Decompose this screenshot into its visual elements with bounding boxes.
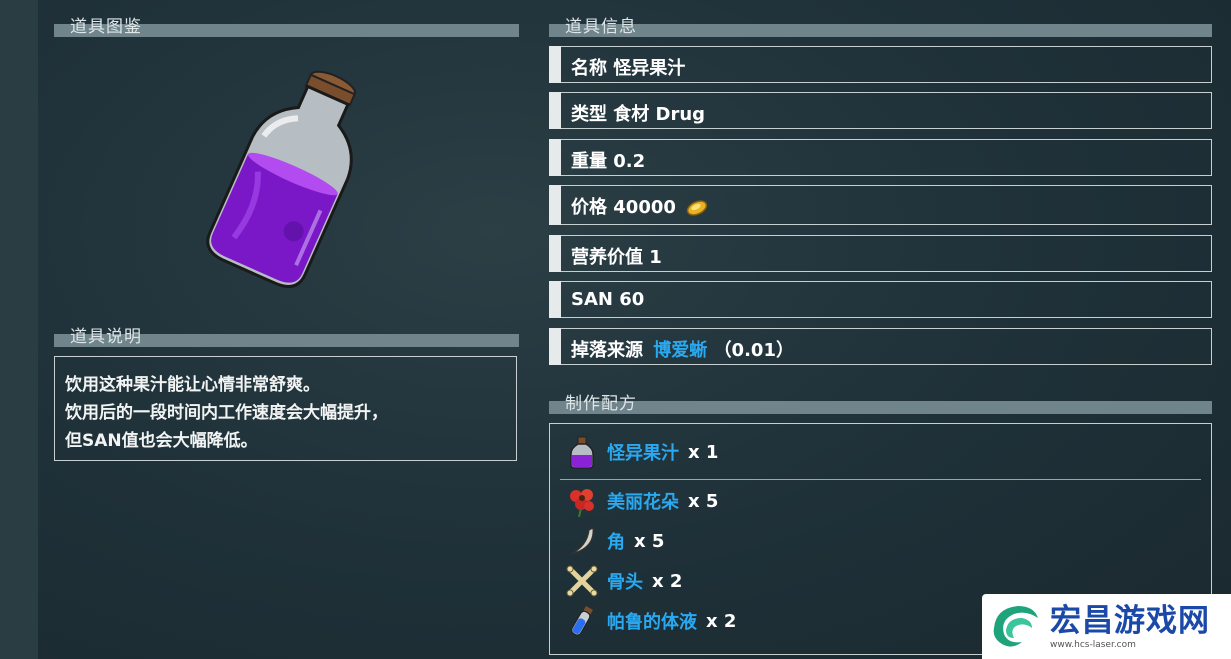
left-edge-panel: [0, 0, 38, 659]
gallery-title: 道具图鉴: [70, 17, 142, 37]
info-row-name: 名称 怪异果汁: [549, 46, 1212, 83]
recipe-ingredient-row: 角 x 5: [565, 523, 664, 559]
row-marker: [549, 281, 561, 318]
gold-coin-icon: [687, 200, 708, 216]
recipe-output-qty: x 1: [688, 441, 719, 463]
row-marker: [549, 185, 561, 225]
purple-bottle-icon: [570, 436, 594, 469]
site-watermark: 宏昌游戏网 www.hcs-laser.com: [982, 594, 1231, 659]
info-san: SAN 60: [571, 289, 645, 310]
drop-rate: （0.01）: [713, 340, 794, 361]
row-marker: [549, 139, 561, 176]
ingredient-qty: x 5: [634, 530, 665, 552]
info-row-nutrition: 营养价值 1: [549, 235, 1212, 272]
row-marker: [549, 46, 561, 83]
info-drop-wrap: 掉落来源 博爱蜥 （0.01）: [571, 336, 794, 362]
watermark-url: www.hcs-laser.com: [1050, 639, 1136, 650]
ingredient-name[interactable]: 角: [607, 528, 625, 554]
watermark-title: 宏昌游戏网: [1050, 602, 1210, 639]
description-title: 道具说明: [70, 327, 142, 347]
ingredient-qty: x 2: [652, 570, 683, 592]
drop-source-link[interactable]: 博爱蜥: [653, 340, 707, 361]
ingredient-qty: x 5: [688, 490, 719, 512]
strange-juice-bottle-icon: [206, 70, 356, 289]
blue-vial-icon: [571, 606, 593, 636]
info-price-wrap: 价格 40000: [571, 193, 708, 219]
info-name: 名称 怪异果汁: [571, 58, 686, 79]
info-weight: 重量 0.2: [571, 151, 646, 172]
gallery-header: 道具图鉴: [54, 0, 519, 37]
row-marker: [549, 328, 561, 365]
watermark-text: 宏昌游戏网 www.hcs-laser.com: [1050, 604, 1210, 650]
flower-icon: [570, 489, 594, 518]
recipe-header: 制作配方: [549, 377, 1212, 414]
ingredient-name[interactable]: 骨头: [607, 568, 643, 594]
recipe-ingredient-row: 美丽花朵 x 5: [565, 483, 718, 519]
recipe-ingredient-row: 骨头 x 2: [565, 563, 682, 599]
ingredient-name[interactable]: 美丽花朵: [607, 488, 679, 514]
recipe-output-name[interactable]: 怪异果汁: [607, 439, 679, 465]
info-row-san: SAN 60: [549, 281, 1212, 318]
info-nutrition: 营养价值 1: [571, 247, 662, 268]
description-line: 饮用这种果汁能让心情非常舒爽。: [65, 375, 320, 395]
description-box: 饮用这种果汁能让心情非常舒爽。 饮用后的一段时间内工作速度会大幅提升， 但SAN…: [54, 356, 517, 461]
info-title: 道具信息: [565, 17, 637, 37]
info-row-drop: 掉落来源 博爱蜥 （0.01）: [549, 328, 1212, 365]
info-header: 道具信息: [549, 0, 1212, 37]
row-marker: [549, 92, 561, 129]
info-type: 类型 食材 Drug: [571, 104, 706, 125]
site-logo-icon: [993, 605, 1038, 647]
info-row-price: 价格 40000: [549, 185, 1212, 225]
description-line: 但SAN值也会大幅降低。: [65, 431, 258, 451]
info-row-type: 类型 食材 Drug: [549, 92, 1212, 129]
info-row-weight: 重量 0.2: [549, 139, 1212, 176]
recipe-ingredient-row: 帕鲁的体液 x 2: [565, 603, 736, 639]
row-marker: [549, 235, 561, 272]
ingredient-qty: x 2: [706, 610, 737, 632]
recipe-title: 制作配方: [565, 394, 637, 414]
info-header-bar: [549, 24, 1212, 37]
horn-icon: [570, 527, 594, 555]
description-line: 饮用后的一段时间内工作速度会大幅提升，: [65, 403, 388, 423]
description-header: 道具说明: [54, 310, 519, 347]
info-price: 价格 40000: [571, 197, 676, 218]
recipe-output-row: 怪异果汁 x 1: [565, 434, 718, 470]
ingredient-name[interactable]: 帕鲁的体液: [607, 608, 697, 634]
recipe-divider: [560, 479, 1201, 480]
recipe-header-bar: [549, 401, 1212, 414]
drop-label: 掉落来源: [571, 340, 643, 361]
bone-icon: [566, 565, 598, 597]
